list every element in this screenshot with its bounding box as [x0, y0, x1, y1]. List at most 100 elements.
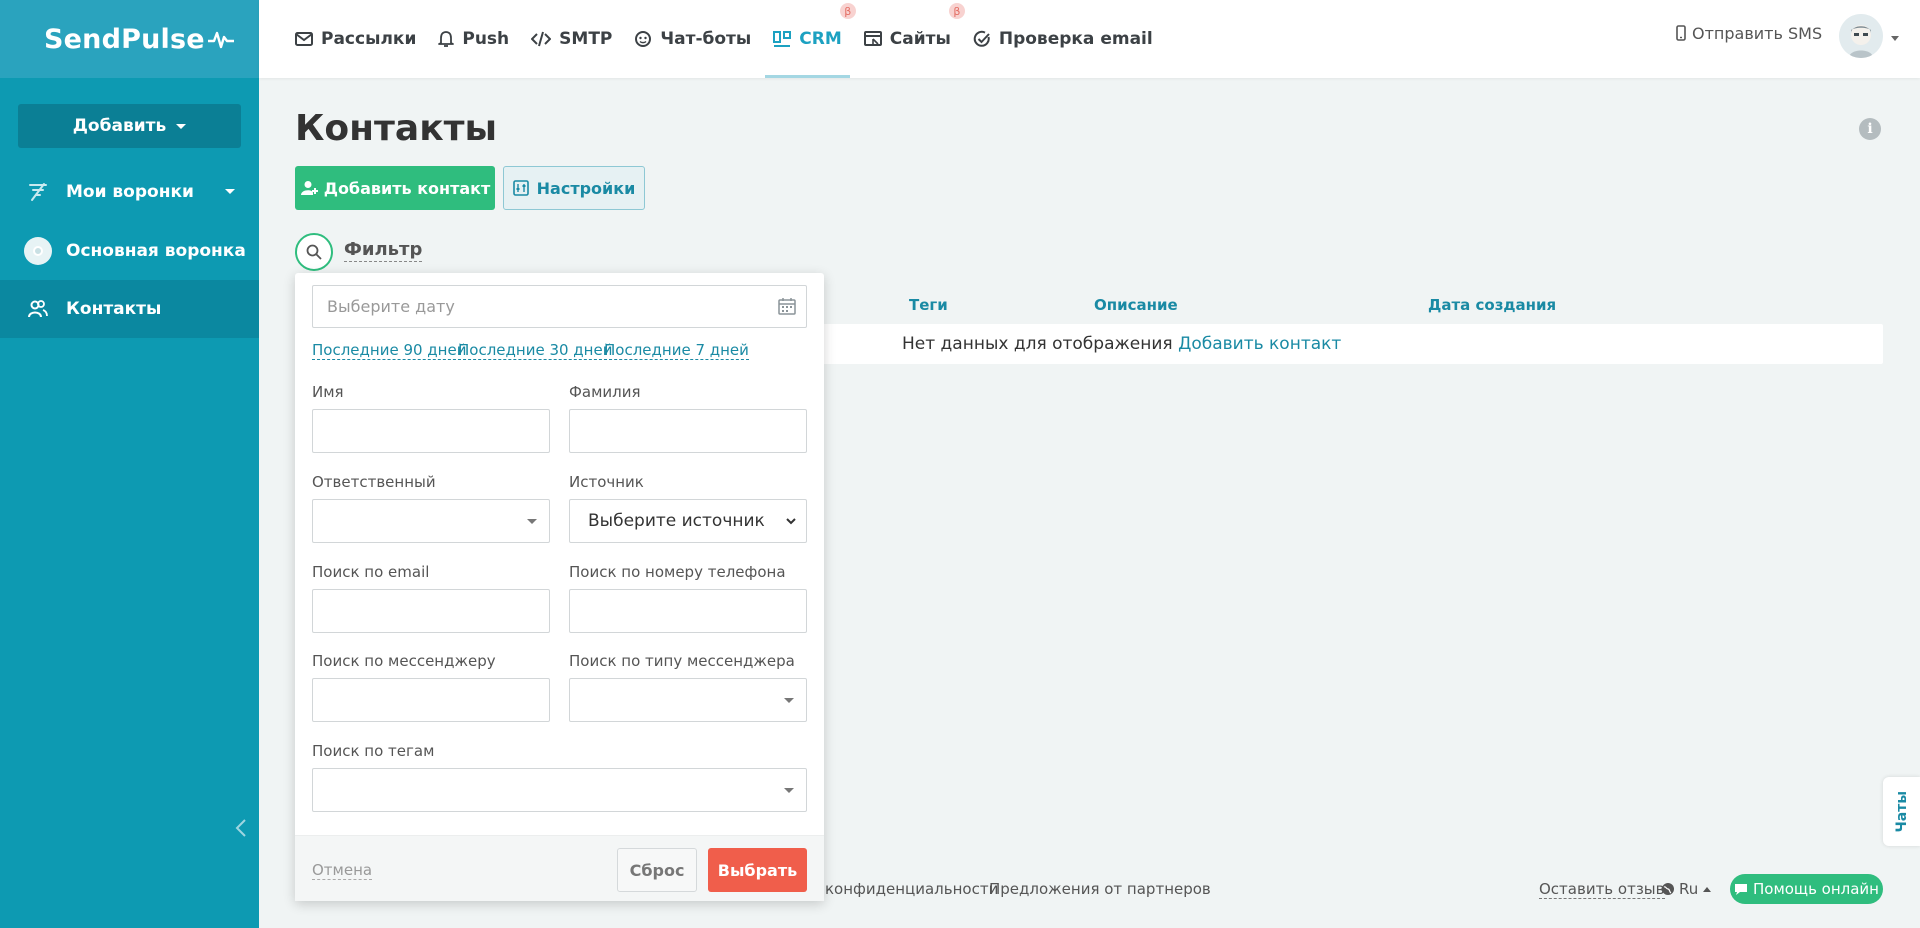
beta-badge: β [948, 3, 965, 19]
search-icon [306, 244, 322, 260]
nav-item-push[interactable]: Push [430, 0, 517, 78]
tags-search-dropdown[interactable] [312, 768, 807, 812]
sidebar-add-button[interactable]: Добавить [18, 104, 241, 148]
add-contact-link[interactable]: Добавить контакт [1178, 334, 1341, 354]
sidebar-item-label: Контакты [66, 299, 162, 319]
sidebar-item-main-funnel[interactable]: Основная воронка [0, 222, 259, 280]
column-tags[interactable]: Теги [909, 296, 948, 314]
filter-label[interactable]: Фильтр [344, 239, 423, 262]
main-nav: Рассылки Push SMTP Чат-боты CRM β Сайты … [259, 0, 1167, 78]
nav-item-label: Рассылки [321, 29, 417, 49]
help-online-button[interactable]: Помощь онлайн [1730, 874, 1883, 904]
caret-down-icon [176, 123, 187, 129]
pulse-icon [207, 31, 234, 49]
email-search-input[interactable] [312, 589, 550, 633]
messenger-type-dropdown[interactable] [569, 678, 807, 722]
date-picker-input[interactable]: Выберите дату [312, 285, 807, 328]
bell-icon [438, 31, 455, 47]
caret-up-icon [1703, 886, 1712, 892]
nav-item-smtp[interactable]: SMTP [523, 0, 620, 78]
page-title: Контакты [295, 108, 498, 149]
sites-icon [863, 31, 882, 46]
settings-button[interactable]: Настройки [503, 166, 645, 210]
sidebar-item-funnels[interactable]: Мои воронки [0, 163, 259, 221]
nav-item-label: Сайты [889, 29, 951, 49]
filter-panel-footer: Отмена Сброс Выбрать [295, 835, 824, 901]
leave-review-link[interactable]: Оставить отзыв [1539, 880, 1665, 899]
nav-item-label: Чат-боты [660, 29, 752, 49]
add-user-icon [300, 181, 318, 195]
mail-icon [295, 32, 313, 46]
logo[interactable]: SendPulse [0, 0, 259, 78]
chats-label: Чаты [1893, 790, 1910, 833]
empty-message: Нет данных для отображения Добавить конт… [902, 334, 1341, 354]
collapse-sidebar-icon[interactable] [234, 818, 248, 838]
nav-item-crm[interactable]: CRM β [765, 0, 856, 78]
beta-badge: β [839, 3, 856, 19]
cancel-link[interactable]: Отмена [312, 861, 373, 880]
nav-item-label: CRM [799, 29, 842, 49]
responsible-label: Ответственный [312, 473, 436, 491]
avatar[interactable] [1839, 14, 1883, 58]
calendar-icon[interactable] [778, 297, 796, 315]
caret-down-icon [527, 519, 537, 524]
nav-item-label: Push [462, 29, 510, 49]
quick-range-90[interactable]: Последние 90 дней [312, 341, 467, 360]
add-contact-label: Добавить контакт [323, 178, 491, 198]
date-placeholder: Выберите дату [327, 297, 455, 316]
filter-panel: Выберите дату Последние 90 дней Последни… [295, 273, 824, 901]
nav-item-label: Проверка email [998, 29, 1153, 49]
language-label: Ru [1679, 880, 1699, 898]
phone-search-label: Поиск по номеру телефона [569, 563, 786, 581]
source-select[interactable]: Выберите источник [569, 499, 807, 543]
quick-range-7[interactable]: Последние 7 дней [604, 341, 749, 360]
sidebar-item-label: Основная воронка [66, 241, 246, 261]
nav-item-chatbots[interactable]: Чат-боты [626, 0, 759, 78]
quick-range-30[interactable]: Последние 30 дней [458, 341, 613, 360]
info-icon[interactable]: i [1859, 118, 1881, 140]
add-contact-button[interactable]: Добавить контакт [295, 166, 495, 210]
caret-down-icon [784, 698, 794, 703]
nav-item-sites[interactable]: Сайты β [856, 0, 965, 78]
reset-button[interactable]: Сброс [617, 848, 697, 892]
messenger-search-label: Поиск по мессенджеру [312, 652, 496, 670]
nav-item-email-verify[interactable]: Проверка email [965, 0, 1161, 78]
globe-icon [1662, 883, 1674, 895]
crm-icon [773, 31, 792, 47]
phone-icon [1676, 25, 1686, 41]
phone-search-input[interactable] [569, 589, 807, 633]
chats-tab[interactable]: Чаты [1883, 777, 1920, 846]
first-name-label: Имя [312, 383, 344, 401]
send-sms-label: Отправить SMS [1692, 23, 1823, 43]
first-name-input[interactable] [312, 409, 550, 453]
source-value: Выберите источник [588, 511, 765, 531]
column-created-date[interactable]: Дата создания [1428, 296, 1556, 314]
chevron-down-icon [786, 518, 796, 525]
sliders-icon [512, 180, 529, 196]
language-select[interactable]: Ru [1661, 880, 1712, 898]
messenger-type-label: Поиск по типу мессенджера [569, 652, 795, 670]
caret-down-icon[interactable] [1891, 36, 1899, 41]
contacts-icon [24, 295, 52, 323]
check-circle-icon [973, 30, 990, 47]
empty-text: Нет данных для отображения [902, 334, 1173, 354]
funnel-avatar-icon [24, 237, 52, 265]
responsible-dropdown[interactable] [312, 499, 550, 543]
messenger-search-input[interactable] [312, 678, 550, 722]
chat-bot-icon [635, 31, 652, 47]
sidebar-item-contacts[interactable]: Контакты [0, 280, 259, 338]
column-description[interactable]: Описание [1094, 296, 1178, 314]
partners-link[interactable]: Предложения от партнеров [989, 880, 1211, 898]
last-name-input[interactable] [569, 409, 807, 453]
filter-toggle-button[interactable] [295, 233, 333, 271]
nav-item-campaigns[interactable]: Рассылки [259, 0, 424, 78]
send-sms-link[interactable]: Отправить SMS [1676, 0, 1822, 66]
sidebar-add-label: Добавить [72, 116, 167, 136]
privacy-link[interactable]: конфиденциальности [825, 880, 998, 898]
caret-down-icon [784, 788, 794, 793]
apply-button[interactable]: Выбрать [708, 848, 807, 892]
logo-text: SendPulse [44, 23, 205, 55]
nav-item-label: SMTP [559, 29, 613, 49]
sidebar-item-label: Мои воронки [66, 182, 194, 202]
settings-label: Настройки [536, 178, 636, 198]
